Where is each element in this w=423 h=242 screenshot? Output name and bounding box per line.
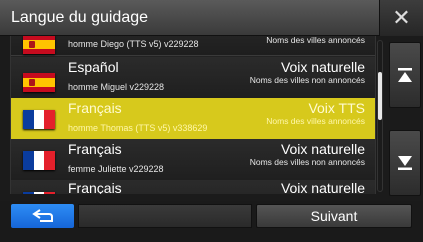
voice-name: homme Thomas (TTS v5) v338629 (68, 123, 208, 133)
france-flag-icon (23, 110, 55, 129)
title-bar: Langue du guidage ✕ (0, 0, 423, 36)
list-item[interactable]: Español homme Miguel v229228 Voix nature… (11, 57, 375, 102)
france-flag-icon (23, 151, 55, 170)
scroll-top-icon (398, 68, 412, 82)
town-names-note: Noms des villes annoncés (266, 116, 365, 126)
spain-flag-icon (23, 36, 55, 54)
language-name: Français (68, 100, 122, 116)
list-item[interactable]: Français femme Juliette v229228 Voix nat… (11, 139, 375, 184)
voice-name: homme Diego (TTS v5) v229228 (68, 39, 199, 49)
scrollbar-thumb[interactable] (378, 72, 382, 120)
list-item[interactable]: homme Diego (TTS v5) v229228 Noms des vi… (11, 36, 375, 56)
back-arrow-icon (31, 209, 53, 222)
list-item[interactable]: Français Voix naturelle (11, 180, 375, 194)
next-button[interactable]: Suivant (256, 204, 412, 228)
voice-name: femme Juliette v229228 (68, 164, 164, 174)
close-button[interactable]: ✕ (379, 0, 423, 36)
footer-spacer (78, 204, 252, 228)
scroll-down-button[interactable] (389, 130, 421, 196)
voice-type: Voix naturelle (280, 141, 365, 157)
language-name: Español (68, 59, 119, 75)
scroll-top-button[interactable] (389, 42, 421, 108)
town-names-note: Noms des villes non annoncés (249, 157, 365, 167)
voice-type: Voix naturelle (280, 59, 365, 75)
list-item-selected[interactable]: Français homme Thomas (TTS v5) v338629 V… (11, 98, 375, 143)
voice-name: homme Miguel v229228 (68, 82, 165, 92)
town-names-note: Noms des villes non annoncés (249, 75, 365, 85)
voice-type: Voix naturelle (280, 180, 365, 194)
window-title: Langue du guidage (11, 9, 149, 26)
voice-type: Voix TTS (308, 100, 365, 116)
france-flag-icon (23, 192, 55, 194)
voice-list[interactable]: homme Diego (TTS v5) v229228 Noms des vi… (10, 36, 376, 194)
close-icon: ✕ (392, 5, 411, 30)
spain-flag-icon (23, 73, 55, 92)
town-names-note: Noms des villes annoncés (266, 36, 365, 45)
scroll-down-icon (398, 156, 412, 170)
language-name: Français (68, 180, 122, 194)
language-name: Français (68, 141, 122, 157)
back-button[interactable] (11, 204, 74, 228)
